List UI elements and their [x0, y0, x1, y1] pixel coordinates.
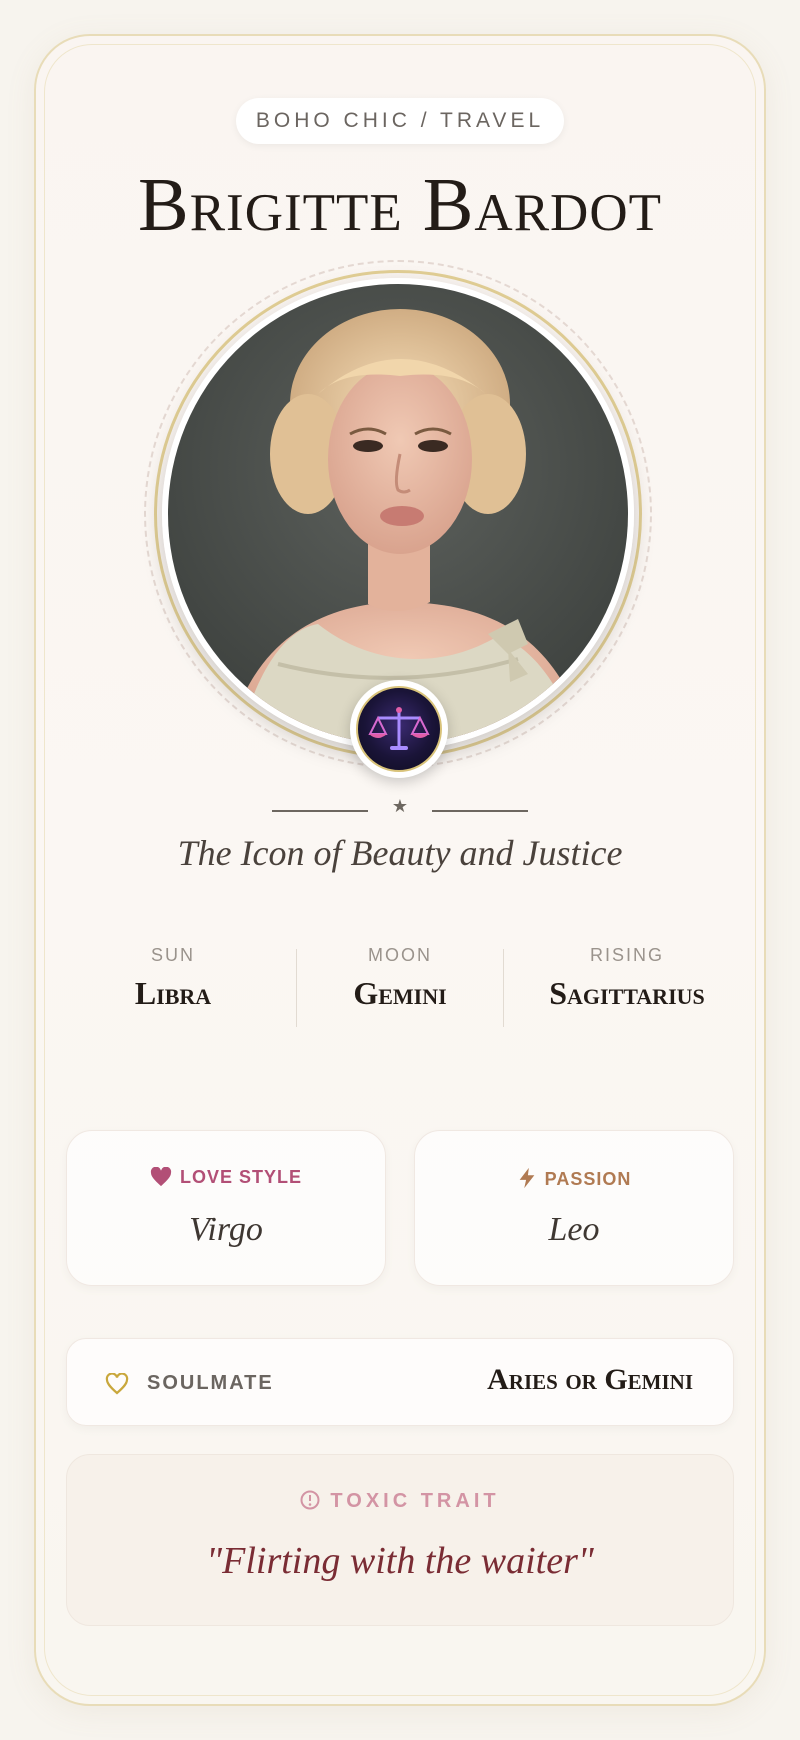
ornament-divider: ★	[270, 796, 530, 820]
love-style-value: Virgo	[189, 1211, 263, 1248]
heart-outline-icon	[105, 1373, 129, 1395]
rising-label: RISING	[589, 945, 664, 965]
toxic-trait-label: TOXIC TRAIT	[330, 1490, 500, 1512]
heart-icon	[150, 1166, 172, 1187]
love-style-label: LOVE STYLE	[179, 1167, 303, 1187]
divider	[503, 949, 504, 1027]
celebrity-name: Brigitte Bardot	[138, 163, 662, 247]
moon-sign: MOON Gemini	[297, 945, 503, 1012]
alert-circle-icon	[300, 1490, 320, 1510]
lightning-icon	[519, 1167, 534, 1189]
star-icon: ★	[391, 796, 409, 816]
passion-card[interactable]: PASSION Leo	[414, 1130, 734, 1286]
libra-scales-icon	[356, 686, 442, 772]
passion-label: PASSION	[544, 1169, 632, 1189]
soulmate-row[interactable]: SOULMATE Aries or Gemini	[66, 1338, 734, 1426]
toxic-trait-card[interactable]: TOXIC TRAIT "Flirting with the waiter"	[66, 1454, 734, 1626]
sun-value: Libra	[134, 975, 212, 1011]
moon-label: MOON	[368, 945, 432, 965]
passion-value: Leo	[548, 1211, 600, 1248]
sun-sign: SUN Libra	[70, 945, 276, 1012]
moon-value: Gemini	[353, 975, 447, 1011]
zodiac-badge[interactable]	[350, 680, 448, 778]
love-style-card[interactable]: LOVE STYLE Virgo	[66, 1130, 386, 1286]
sun-label: SUN	[150, 945, 195, 965]
rising-value: Sagittarius	[549, 975, 705, 1011]
category-pill[interactable]: BOHO CHIC / TRAVEL	[236, 98, 564, 144]
tagline: The Icon of Beauty and Justice	[177, 833, 623, 873]
toxic-trait-quote: "Flirting with the waiter"	[206, 1540, 594, 1582]
soulmate-label: SOULMATE	[147, 1372, 274, 1394]
big-three-signs: SUN Libra MOON Gemini RISING Sagittarius	[70, 945, 730, 1065]
soulmate-value: Aries or Gemini	[487, 1363, 693, 1396]
rising-sign: RISING Sagittarius	[524, 945, 730, 1012]
